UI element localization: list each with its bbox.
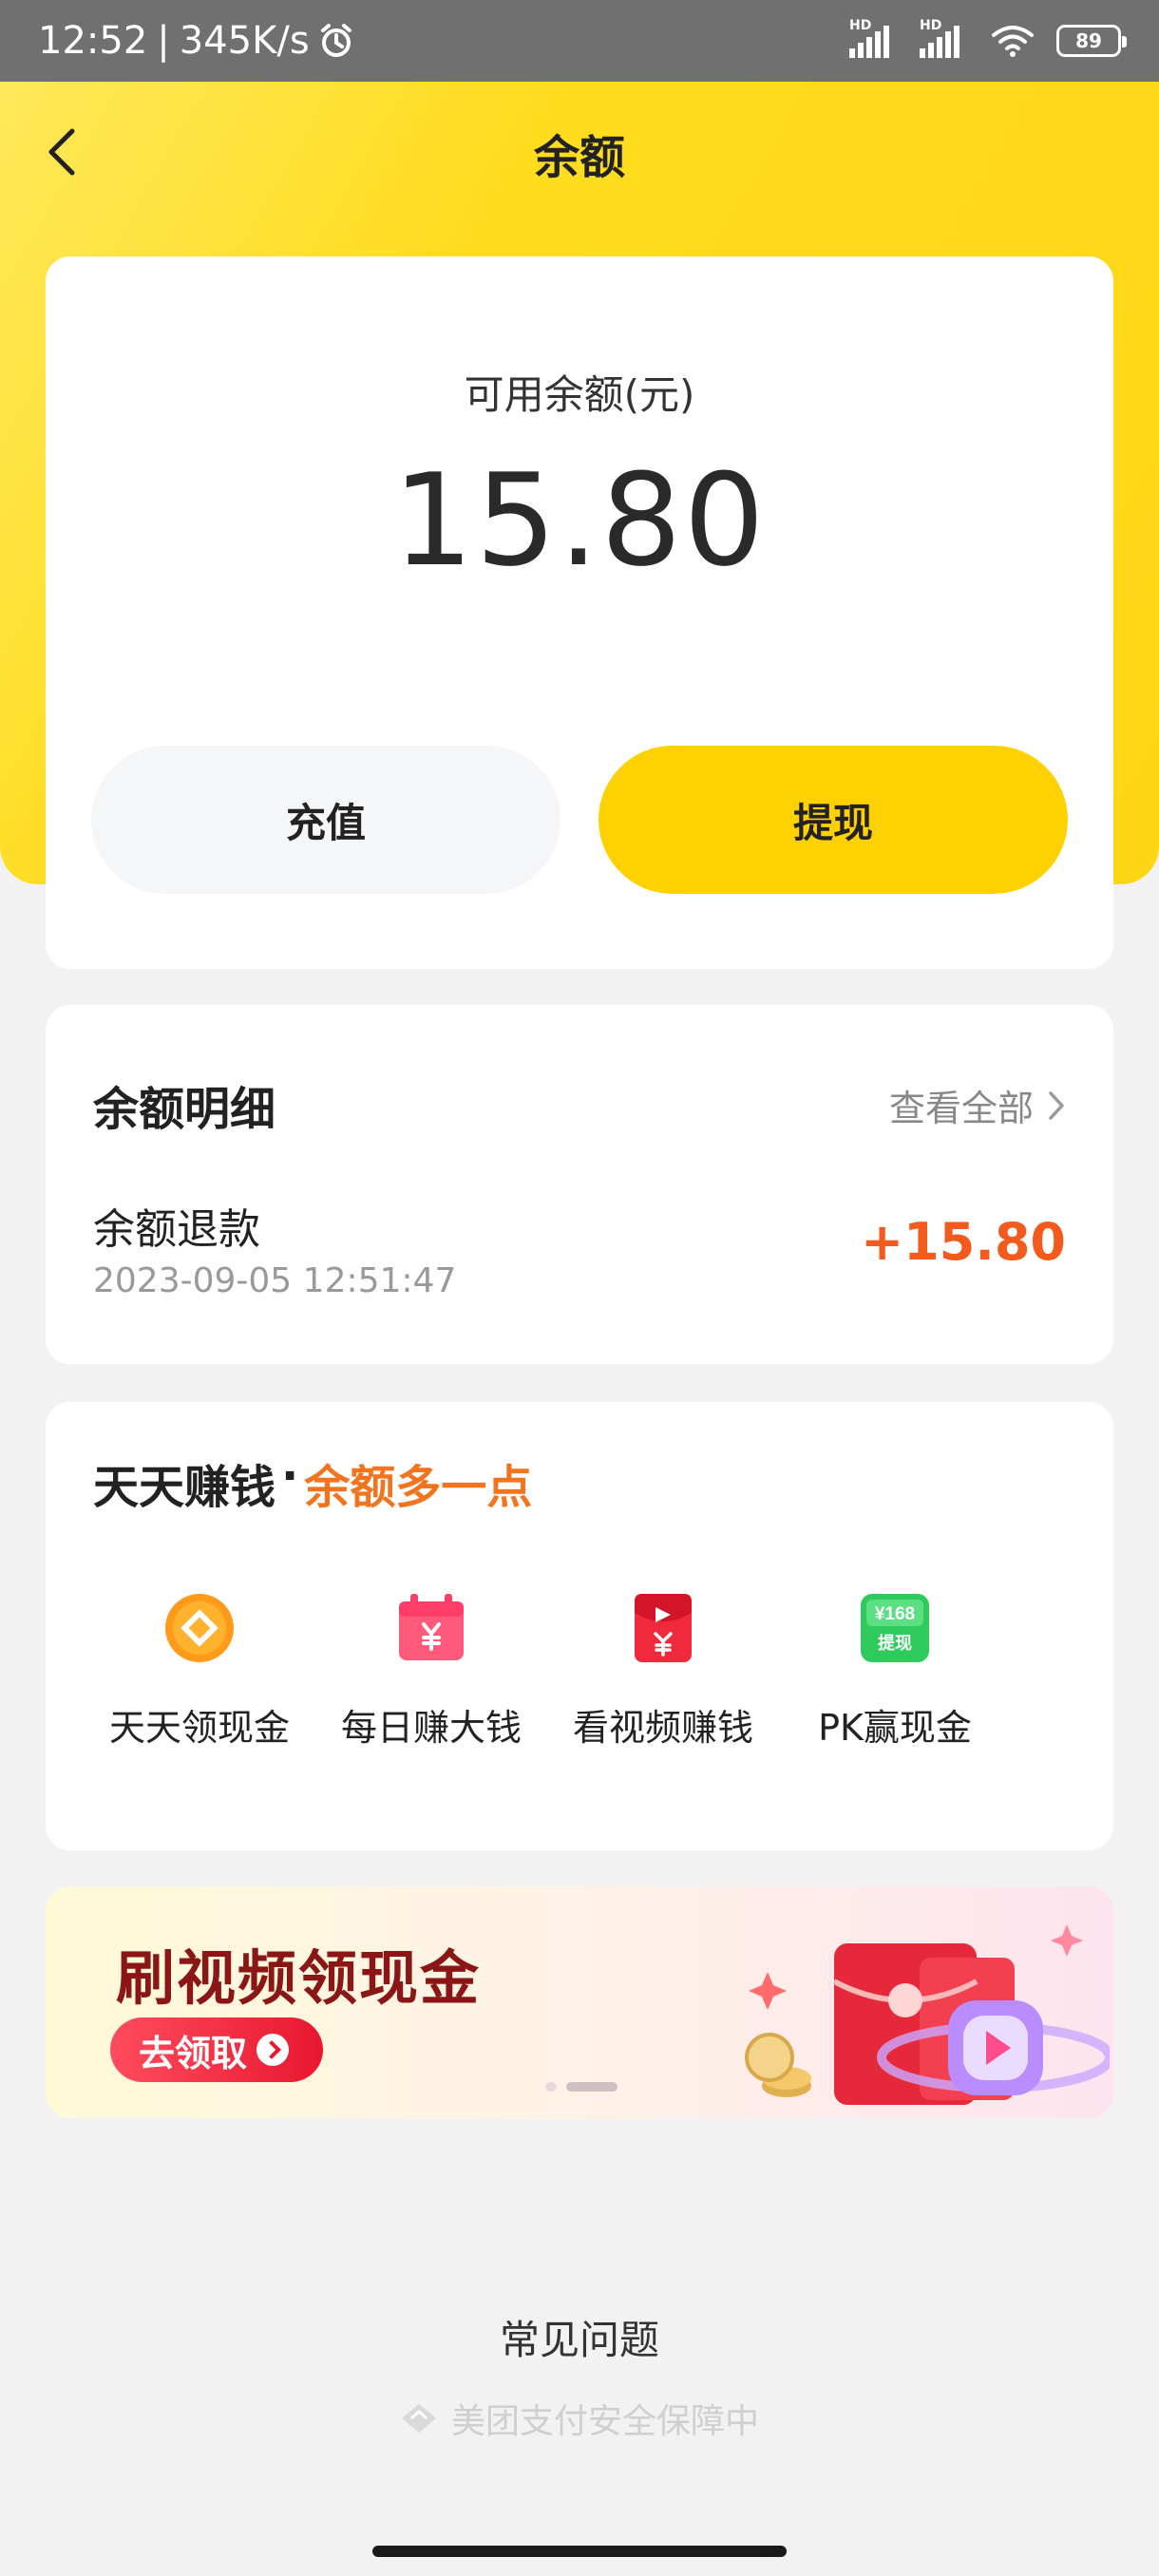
signal-icon: HD <box>920 18 969 58</box>
earn-item-label: 看视频赚钱 <box>572 1707 753 1749</box>
chevron-right-icon <box>1049 1090 1064 1120</box>
section-title-detail: 余额明细 <box>93 1083 276 1136</box>
balance-label: 可用余额(元) <box>464 371 695 418</box>
status-right: HD HD 89 <box>849 18 1127 58</box>
arrow-right-icon <box>256 2034 290 2066</box>
alarm-icon <box>320 24 352 57</box>
earn-item-label: 每日赚大钱 <box>340 1707 522 1749</box>
status-bar: 12:52 | 345K/s HD HD 89 <box>0 0 1159 82</box>
signal-hd-label: HD <box>849 18 872 33</box>
banner-title: 刷视频领现金 <box>116 1943 482 2013</box>
signal-hd-label: HD <box>920 18 942 33</box>
transaction-amount: +15.80 <box>860 1212 1066 1272</box>
faq-link[interactable]: 常见问题 <box>0 2308 1159 2366</box>
banner-claim-button[interactable]: 去领取 <box>110 2017 323 2082</box>
red-envelope-icon <box>635 1594 692 1662</box>
video-red-envelope-illustration <box>745 1924 1110 2105</box>
home-indicator[interactable] <box>372 2546 787 2557</box>
recharge-button[interactable]: 充值 <box>91 746 560 894</box>
earn-icons-row: 天天领现金 每日赚大钱 看视频赚钱 ¥168 提现 PK赢现金 <box>46 1592 1113 1782</box>
pagination-dot-active <box>566 2082 618 2092</box>
banner-button-label: 去领取 <box>139 2032 248 2074</box>
earn-title-main: 天天赚钱 <box>93 1461 276 1514</box>
shield-diamond-icon <box>401 2404 436 2433</box>
balance-card: 可用余额(元) 15.80 充值 提现 <box>46 256 1113 969</box>
icon-text-168: ¥168 <box>875 1604 915 1624</box>
earn-item-label: PK赢现金 <box>818 1707 972 1749</box>
battery-level: 89 <box>1075 29 1102 52</box>
earn-item-label: 天天领现金 <box>108 1707 290 1749</box>
balance-amount: 15.80 <box>392 446 767 595</box>
view-all-link[interactable]: 查看全部 <box>889 1079 1066 1131</box>
withdraw-button[interactable]: 提现 <box>598 746 1068 894</box>
withdraw-168-icon: ¥168 提现 <box>861 1594 929 1662</box>
transaction-name: 余额退款 <box>93 1205 260 1254</box>
security-notice: 美团支付安全保障中 <box>0 2394 1159 2443</box>
status-left: 12:52 | 345K/s <box>38 19 355 63</box>
earn-title-accent: 余额多一点 <box>304 1461 533 1514</box>
view-all-label: 查看全部 <box>888 1088 1034 1129</box>
pagination-dot <box>545 2082 557 2092</box>
transaction-time: 2023-09-05 12:51:47 <box>93 1261 457 1300</box>
status-time: 12:52 <box>38 19 148 63</box>
signal-icon: HD <box>849 18 899 58</box>
earn-money-card: 天天赚钱 · 余额多一点 天天领现金 每日赚大钱 看视频赚钱 ¥168 提现 P… <box>46 1402 1113 1850</box>
status-separator: | <box>157 19 170 63</box>
network-speed: 345K/s <box>179 19 310 63</box>
promo-banner[interactable]: 刷视频领现金 去领取 <box>46 1886 1113 2118</box>
earn-title: 天天赚钱 · 余额多一点 <box>93 1449 532 1516</box>
calendar-yuan-icon <box>399 1594 464 1660</box>
wifi-icon <box>992 26 1034 57</box>
coin-icon <box>165 1594 234 1662</box>
icon-text-withdraw: 提现 <box>878 1633 912 1654</box>
balance-detail-card: 余额明细 查看全部 余额退款 2023-09-05 12:51:47 +15.8… <box>46 1005 1113 1364</box>
banner-pagination <box>545 2082 618 2092</box>
earn-title-sep: · <box>281 1449 299 1503</box>
battery-icon: 89 <box>1056 25 1127 57</box>
security-notice-text: 美团支付安全保障中 <box>450 2402 759 2441</box>
page-title: 余额 <box>533 131 625 184</box>
